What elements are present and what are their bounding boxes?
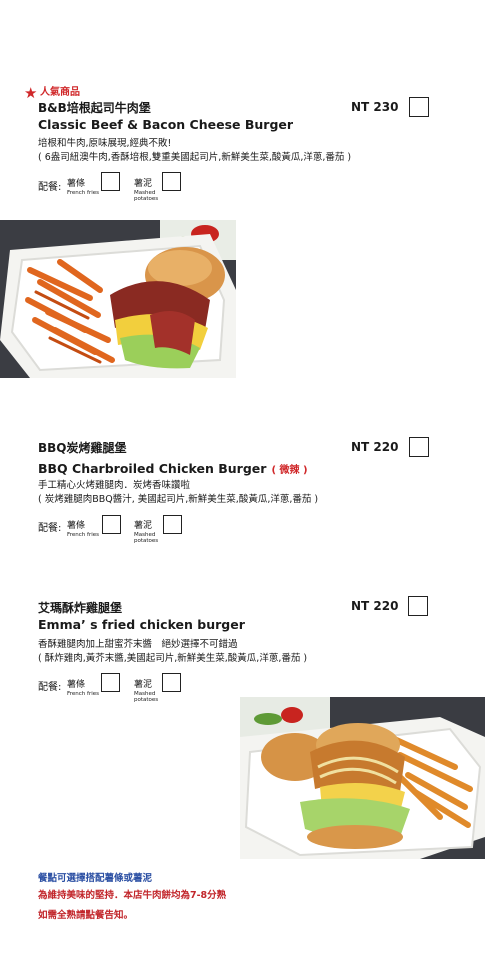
item-name-en: Emma’ s fried chicken burger: [38, 617, 245, 632]
item-name-en-row: BBQ Charbroiled Chicken Burger ( 微辣 ): [38, 458, 308, 477]
item-name-cn: 艾瑪酥炸雞腿堡: [38, 601, 123, 615]
mashed-option-label: 薯泥 Mashed potatoes: [134, 179, 159, 203]
fries-option-label: 薯條 French fries: [67, 680, 100, 698]
item-ingredients: ( 酥炸雞肉,黃芥末醬,美國起司片,新鮮美生菜,酸黃瓜,洋蔥,番茄 ): [38, 653, 308, 664]
item-name-cn: B&B培根起司牛肉堡: [38, 101, 151, 115]
mashed-option-label: 薯泥 Mashed potatoes: [134, 521, 159, 545]
order-checkbox[interactable]: [408, 596, 428, 616]
beef-burger-photo: [0, 220, 236, 378]
item-ingredients: ( 6盎司紐澳牛肉,香酥培根,雙重美國起司片,新鮮美生菜,酸黃瓜,洋蔥,番茄 ): [38, 152, 352, 163]
side-option-note: 餐點可選擇搭配薯條或薯泥: [38, 873, 153, 884]
side-label: 配餐:: [38, 523, 62, 534]
mashed-checkbox[interactable]: [162, 673, 181, 692]
item-name-en: Classic Beef & Bacon Cheese Burger: [38, 117, 294, 132]
well-done-note: 如需全熟請點餐告知。: [38, 910, 134, 921]
item-price: NT 220: [351, 599, 399, 613]
item-name-en: BBQ Charbroiled Chicken Burger: [38, 461, 267, 476]
item-description: 培根和牛肉,原味展現,經典不敗!: [38, 138, 172, 149]
fries-option-label: 薯條 French fries: [67, 179, 100, 197]
item-price: NT 230: [351, 100, 399, 114]
fries-checkbox[interactable]: [102, 515, 121, 534]
mashed-checkbox[interactable]: [163, 515, 182, 534]
fries-option-label: 薯條 French fries: [67, 521, 100, 539]
side-label: 配餐:: [38, 182, 62, 193]
star-icon: ★: [24, 84, 38, 102]
mashed-checkbox[interactable]: [162, 172, 181, 191]
fried-chicken-burger-photo: [240, 697, 485, 859]
doneness-note: 為維持美味的堅持．本店牛肉餅均為7-8分熟: [38, 890, 227, 901]
item-name-cn: BBQ炭烤雞腿堡: [38, 441, 127, 455]
spicy-tag: ( 微辣 ): [271, 465, 308, 476]
item-price: NT 220: [351, 440, 399, 454]
item-description: 香酥雞腿肉加上甜蜜芥末醬 絕妙選擇不可錯過: [38, 639, 238, 650]
popular-badge: 人氣商品: [40, 87, 80, 98]
item-description: 手工精心火烤雞腿肉．炭烤香味讚啦: [38, 480, 191, 491]
order-checkbox[interactable]: [409, 437, 429, 457]
item-ingredients: ( 炭烤雞腿肉BBQ醬汁, 美國起司片,新鮮美生菜,酸黃瓜,洋蔥,番茄 ): [38, 494, 319, 505]
side-label: 配餐:: [38, 682, 62, 693]
mashed-option-label: 薯泥 Mashed potatoes: [134, 680, 159, 704]
fries-checkbox[interactable]: [101, 673, 120, 692]
order-checkbox[interactable]: [409, 97, 429, 117]
fries-checkbox[interactable]: [101, 172, 120, 191]
